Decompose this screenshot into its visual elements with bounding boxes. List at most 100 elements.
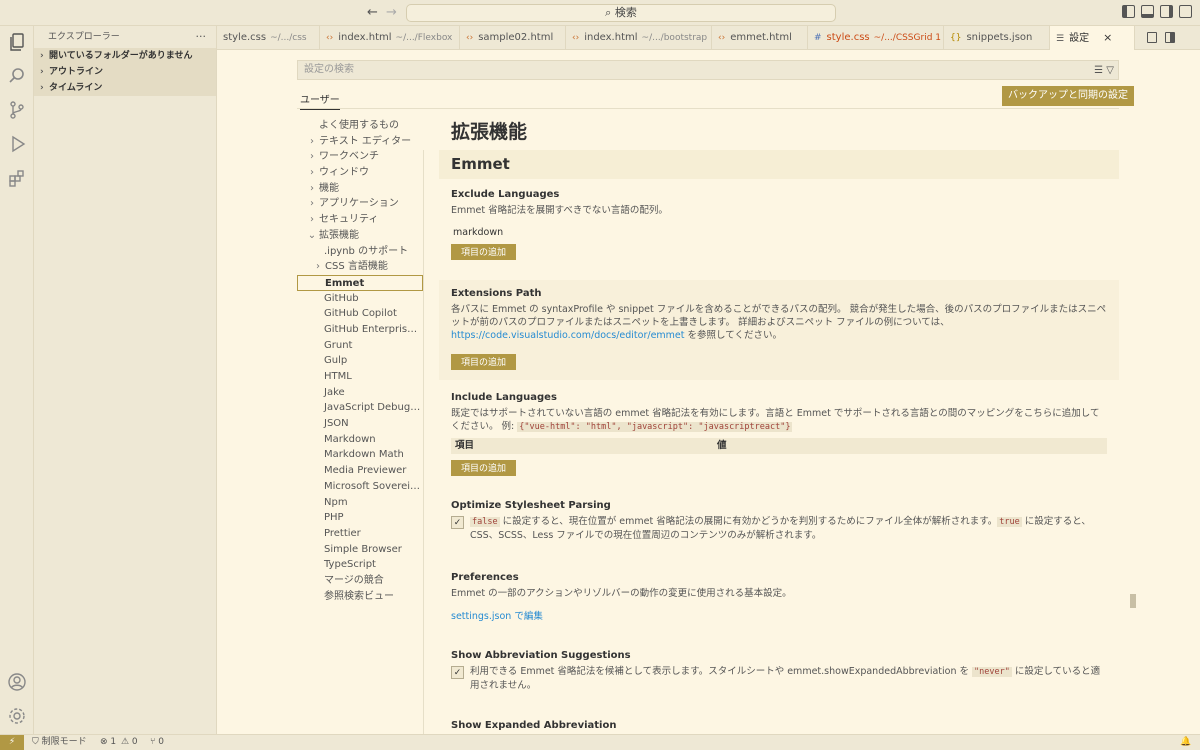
toc-item[interactable]: GitHub <box>297 291 423 307</box>
tab-sample02-html[interactable]: ‹› sample02.html <box>460 26 566 50</box>
tab-label: 設定 <box>1069 33 1090 44</box>
tab-snippets-json[interactable]: {} snippets.json <box>944 26 1050 50</box>
account-icon[interactable] <box>7 672 27 692</box>
toc-item-label: GitHub Copilot <box>324 308 397 320</box>
checkbox[interactable]: ✓ <box>451 516 464 529</box>
settings-gear-icon[interactable] <box>7 706 27 726</box>
toggle-secondary-sidebar-icon[interactable] <box>1160 5 1173 18</box>
setting-show-expanded-abbreviation: Show Expanded Abbreviation <box>439 712 1119 734</box>
tab-index-html-bootstrap[interactable]: ‹› index.html ~/.../bootstrap <box>566 26 712 50</box>
toc-item[interactable]: Media Previewer <box>297 463 423 479</box>
toc-item-label: Emmet <box>325 277 365 289</box>
command-center-search[interactable]: ⌕ 検索 <box>406 4 836 22</box>
toc-item[interactable]: 参照検索ビュー <box>297 589 423 605</box>
edit-settings-json-link[interactable]: settings.json で編集 <box>451 608 1107 622</box>
toc-item[interactable]: よく使用するもの <box>297 118 423 134</box>
extensions-icon[interactable] <box>7 168 27 188</box>
add-item-button[interactable]: 項目の追加 <box>451 354 517 370</box>
toc-item-label: HTML <box>324 371 352 382</box>
description-text: 利用できる Emmet 省略記法を候補として表示します。スタイルシートや emm… <box>470 666 973 677</box>
toc-item[interactable]: GitHub Enterprise Se... <box>297 322 423 338</box>
tab-style-css-cssgrid[interactable]: # style.css ~/.../CSSGrid 1 <box>808 26 944 50</box>
toc-item[interactable]: Microsoft Sovereign ... <box>297 479 423 495</box>
toc-item[interactable]: ⌄ 拡張機能 <box>297 228 423 244</box>
divider <box>423 150 424 734</box>
close-icon[interactable]: × <box>1103 31 1112 44</box>
back-arrow-icon[interactable]: ← <box>367 5 378 20</box>
sidebar-section-outline[interactable]: › アウトライン <box>34 64 216 80</box>
warning-count[interactable]: ⚠ 0 <box>121 735 138 750</box>
toc-item[interactable]: Markdown <box>297 432 423 448</box>
toc-item[interactable]: Emmet <box>297 274 423 291</box>
toc-item[interactable]: JSON <box>297 416 423 432</box>
toc-item-label: Microsoft Sovereign ... <box>324 480 423 492</box>
sidebar-section-open-folders[interactable]: › 開いているフォルダーがありません <box>34 48 216 64</box>
css-file-icon: # <box>814 33 822 43</box>
list-item[interactable]: markdown <box>453 227 1107 238</box>
toc-item-label: Gulp <box>324 355 348 367</box>
toc-item[interactable]: Grunt <box>297 338 423 354</box>
clear-filter-icon[interactable]: ☰ <box>1094 65 1103 76</box>
open-settings-json-icon[interactable] <box>1147 32 1157 43</box>
ports-count[interactable]: ⑂ 0 <box>150 735 164 750</box>
sidebar-section-timeline[interactable]: › タイムライン <box>34 80 216 96</box>
toc-item[interactable]: HTML <box>297 369 423 385</box>
restricted-mode-indicator[interactable]: ⛉ 制限モード <box>32 735 87 750</box>
toc-item[interactable]: › セキュリティ <box>297 212 423 228</box>
more-actions-icon[interactable]: ··· <box>196 26 207 48</box>
toggle-sidebar-icon[interactable] <box>1122 5 1135 18</box>
tab-index-html-flexbox[interactable]: ‹› index.html ~/.../Flexbox <box>320 26 460 50</box>
toc-item[interactable]: Prettier <box>297 526 423 542</box>
toc-item-label: 機能 <box>319 182 339 194</box>
notifications-bell-icon[interactable]: 🔔 <box>1180 735 1191 750</box>
run-debug-icon[interactable] <box>7 134 27 154</box>
toc-item-label: 拡張機能 <box>319 229 359 241</box>
customize-layout-icon[interactable] <box>1179 5 1192 18</box>
error-count[interactable]: ⊗ 1 <box>100 735 116 750</box>
toc-item[interactable]: Markdown Math <box>297 447 423 463</box>
toc-item[interactable]: GitHub Copilot <box>297 306 423 322</box>
toc-item[interactable]: › ワークベンチ <box>297 149 423 165</box>
explorer-icon[interactable] <box>7 32 27 52</box>
table-header: 項目 値 <box>451 438 1107 454</box>
toggle-panel-icon[interactable] <box>1141 5 1154 18</box>
toc-item[interactable]: .ipynb のサポート <box>297 244 423 260</box>
toc-item[interactable]: › アプリケーション <box>297 196 423 212</box>
setting-description: 各パスに Emmet の syntaxProfile や snippet ファイ… <box>451 303 1107 342</box>
split-editor-icon[interactable] <box>1165 32 1175 43</box>
toc-item[interactable]: Npm <box>297 495 423 511</box>
add-item-button[interactable]: 項目の追加 <box>451 460 517 476</box>
tab-settings[interactable]: ☰ 設定 × <box>1050 26 1135 50</box>
toc-item[interactable]: › 機能 <box>297 181 423 197</box>
docs-link[interactable]: https://code.visualstudio.com/docs/edito… <box>451 330 685 341</box>
scrollbar-thumb[interactable] <box>1130 594 1136 608</box>
remote-indicator-icon[interactable]: ⚡ <box>0 735 24 750</box>
tab-style-css[interactable]: style.css ~/.../css <box>217 26 320 50</box>
toc-item-label: Grunt <box>324 339 353 351</box>
section-label: アウトライン <box>49 67 104 77</box>
checkbox[interactable]: ✓ <box>451 666 464 679</box>
toc-item-label: PHP <box>324 512 344 524</box>
layout-controls <box>1122 5 1192 18</box>
backup-sync-button[interactable]: バックアップと同期の設定 <box>1002 86 1134 106</box>
toc-item-label: Media Previewer <box>324 465 407 477</box>
source-control-icon[interactable] <box>7 100 27 120</box>
toc-item[interactable]: › テキスト エディター <box>297 134 423 150</box>
toc-item[interactable]: JavaScript Debugger <box>297 400 423 416</box>
forward-arrow-icon[interactable]: → <box>386 5 397 20</box>
settings-search-input[interactable]: 設定の検索 ☰ ▽ <box>297 60 1119 80</box>
toc-item[interactable]: Simple Browser <box>297 542 423 558</box>
tab-emmet-html[interactable]: ‹› emmet.html <box>712 26 808 50</box>
toc-item[interactable]: Jake <box>297 385 423 401</box>
code-example: {"vue-html": "html", "javascript": "java… <box>517 422 793 432</box>
toc-item[interactable]: Gulp <box>297 353 423 369</box>
search-icon[interactable] <box>7 66 27 86</box>
toc-item[interactable]: › ウィンドウ <box>297 165 423 181</box>
toc-item[interactable]: マージの競合 <box>297 573 423 589</box>
search-placeholder: 設定の検索 <box>304 64 354 75</box>
toc-item[interactable]: PHP <box>297 510 423 526</box>
add-item-button[interactable]: 項目の追加 <box>451 244 517 260</box>
toc-item[interactable]: TypeScript <box>297 557 423 573</box>
toc-item[interactable]: › CSS 言語機能 <box>297 259 423 275</box>
filter-icon[interactable]: ▽ <box>1106 65 1114 76</box>
